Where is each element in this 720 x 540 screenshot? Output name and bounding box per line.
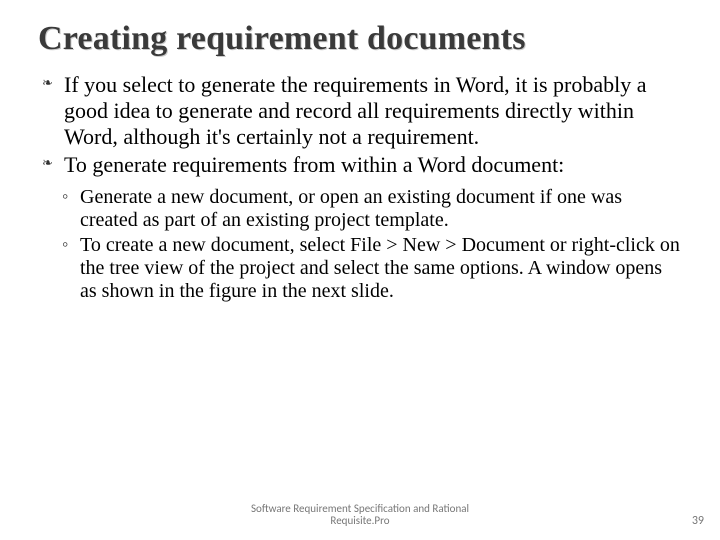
slide: Creating requirement documents If you se… — [0, 0, 720, 540]
slide-title: Creating requirement documents — [38, 20, 682, 58]
list-item: To create a new document, select File > … — [62, 234, 682, 303]
bullet-list-level2: Generate a new document, or open an exis… — [38, 186, 682, 303]
footer-text: Software Requirement Specification and R… — [251, 503, 469, 528]
page-number: 39 — [692, 514, 704, 528]
list-item: Generate a new document, or open an exis… — [62, 186, 682, 232]
list-item: To generate requirements from within a W… — [44, 152, 682, 178]
bullet-list-level1: If you select to generate the requiremen… — [38, 72, 682, 178]
slide-footer: Software Requirement Specification and R… — [0, 498, 720, 528]
list-item: If you select to generate the requiremen… — [44, 72, 682, 150]
